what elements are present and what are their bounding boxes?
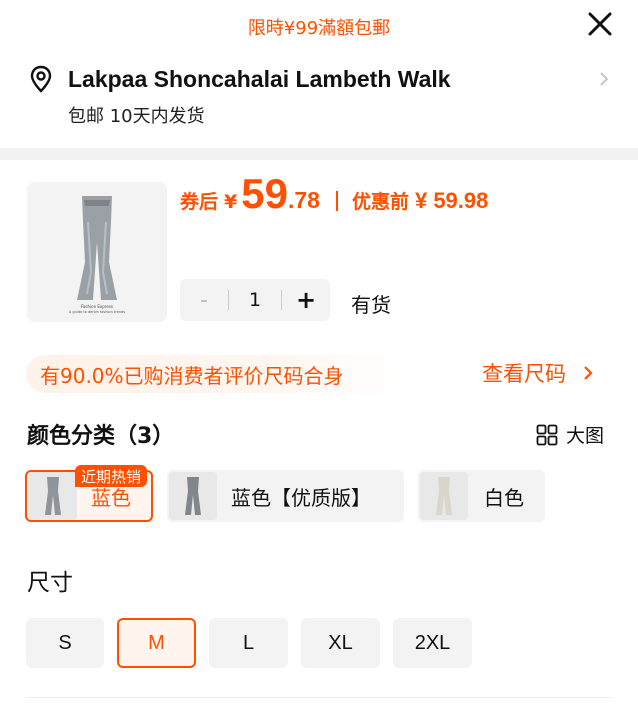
address-name: Lakpaa Shoncahalai Lambeth Walk — [68, 65, 451, 92]
original-price-label: 优惠前 — [351, 191, 409, 213]
color-option-label: 白色 — [484, 485, 524, 510]
hot-sale-badge: 近期热销 — [75, 465, 148, 487]
qty-minus-button[interactable]: - — [180, 288, 228, 313]
chevron-right-icon — [600, 72, 609, 86]
chevron-right-icon — [584, 366, 593, 380]
price-divider — [335, 191, 338, 211]
price-block: 券后 ¥ 59 .78 优惠前 ¥ 59.98 — [180, 170, 488, 224]
section-divider — [0, 148, 638, 160]
big-view-label: 大图 — [566, 425, 605, 447]
color-thumb — [169, 472, 217, 520]
color-thumb — [420, 472, 468, 520]
size-section-title: 尺寸 — [27, 570, 73, 596]
quantity-stepper: - 1 + — [180, 279, 330, 321]
currency-symbol: ¥ — [224, 191, 238, 213]
price-decimal: .78 — [287, 187, 320, 213]
size-option-l[interactable]: L — [209, 618, 288, 668]
shipping-info: 包邮 10天内发货 — [68, 106, 205, 127]
thumb-caption-1: Fashion Express — [81, 304, 113, 309]
size-option-xl[interactable]: XL — [301, 618, 380, 668]
address-row[interactable]: Lakpaa Shoncahalai Lambeth Walk — [26, 62, 612, 96]
price-label: 券后 — [180, 191, 219, 213]
thumb-caption-2: A guide to denim fashion trends — [68, 310, 126, 314]
size-option-s[interactable]: S — [26, 618, 104, 668]
close-button[interactable] — [584, 8, 616, 40]
fit-rating-pill: 有90.0%已购消费者评价尺码合身 — [26, 355, 403, 393]
original-price: ¥ 59.98 — [414, 188, 489, 213]
fit-rating-text: 有90.0%已购消费者评价尺码合身 — [40, 363, 344, 388]
view-size-link[interactable]: 查看尺码 — [482, 358, 596, 388]
color-option-white[interactable]: 白色 — [418, 470, 545, 522]
jeans-image — [77, 196, 117, 300]
qty-plus-button[interactable]: + — [282, 286, 330, 314]
size-option-m[interactable]: M — [117, 618, 196, 668]
grid-icon — [536, 424, 558, 445]
color-option-blue-premium[interactable]: 蓝色【优质版】 — [167, 470, 404, 522]
big-view-button[interactable]: 大图 — [536, 421, 604, 448]
stock-status: 有货 — [351, 293, 391, 317]
location-pin-icon — [30, 65, 52, 93]
color-section-title: 颜色分类（3） — [27, 424, 175, 449]
product-thumbnail[interactable]: Fashion Express A guide to denim fashion… — [27, 182, 167, 322]
color-option-label: 蓝色【优质版】 — [231, 485, 371, 510]
size-option-2xl[interactable]: 2XL — [393, 618, 472, 668]
price-integer: 59 — [241, 170, 288, 217]
qty-value[interactable]: 1 — [229, 289, 281, 311]
promo-banner: 限時¥99滿額包郵 — [247, 18, 391, 39]
section-divider — [26, 697, 612, 698]
color-thumb — [29, 472, 77, 520]
close-icon — [588, 12, 612, 36]
view-size-label: 查看尺码 — [482, 362, 566, 386]
